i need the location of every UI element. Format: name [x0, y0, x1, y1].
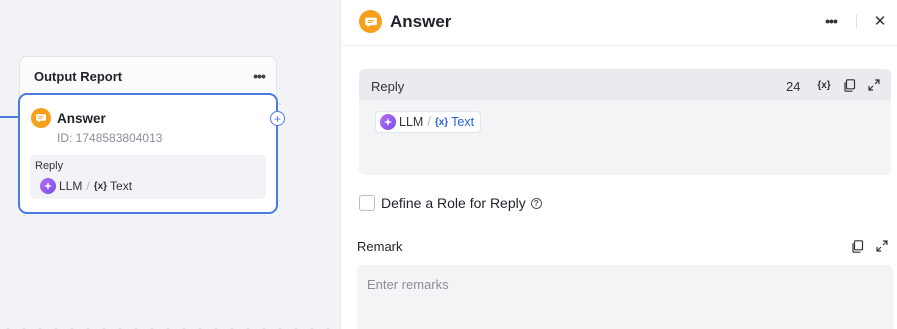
- chip-separator: /: [427, 115, 431, 129]
- reply-variable-chip[interactable]: LLM / {x} Text: [375, 111, 482, 133]
- group-title: Output Report: [34, 69, 123, 84]
- connection-edge: [0, 116, 19, 118]
- expand-button[interactable]: [865, 76, 883, 94]
- copy-button[interactable]: [840, 76, 858, 94]
- remark-copy-button[interactable]: [848, 237, 866, 255]
- reply-editor-header: Reply 24 {x}: [359, 69, 891, 100]
- chip-variable: Text: [110, 179, 133, 193]
- help-icon[interactable]: ?: [530, 197, 542, 209]
- remark-input[interactable]: [357, 265, 893, 329]
- reply-label: Reply: [371, 79, 405, 94]
- plus-circle-icon[interactable]: +: [270, 111, 285, 126]
- node-settings-panel: Answer ••• ✕ Reply 24 {x} LLM / {x} Text…: [340, 0, 897, 329]
- llm-sparkle-icon: [380, 114, 396, 130]
- chat-bubble-icon: [359, 10, 382, 33]
- define-role-label[interactable]: Define a Role for Reply: [381, 195, 526, 211]
- panel-header: Answer ••• ✕: [341, 0, 897, 46]
- copy-icon: [843, 78, 855, 92]
- node-title: Answer: [57, 111, 106, 126]
- remark-label: Remark: [357, 239, 403, 254]
- node-reply-preview: Reply LLM / {x} Text: [30, 155, 266, 199]
- define-role-row[interactable]: Define a Role for Reply ?: [359, 194, 542, 212]
- node-variable-chip: LLM / {x} Text: [40, 178, 132, 194]
- insert-variable-button[interactable]: {x}: [815, 76, 833, 94]
- variable-icon: {x}: [434, 116, 449, 128]
- remark-expand-button[interactable]: [873, 237, 891, 255]
- reply-char-count: 24: [786, 79, 801, 94]
- expand-icon: [876, 240, 888, 252]
- chip-source: LLM: [59, 179, 83, 193]
- ellipsis-icon: •••: [253, 68, 266, 84]
- node-id: ID: 1748583804013: [57, 131, 163, 145]
- variable-icon: {x}: [93, 180, 108, 192]
- panel-more-button[interactable]: •••: [819, 10, 843, 32]
- llm-sparkle-icon: [40, 178, 56, 194]
- answer-node-card[interactable]: Answer ID: 1748583804013 + Reply LLM / {…: [18, 93, 285, 214]
- variable-icon: {x}: [817, 79, 831, 91]
- panel-title[interactable]: Answer: [390, 12, 451, 32]
- close-button[interactable]: ✕: [869, 10, 891, 32]
- expand-icon: [868, 79, 880, 91]
- chat-bubble-icon: [31, 108, 51, 128]
- header-divider: [856, 14, 857, 28]
- close-icon: ✕: [873, 13, 887, 30]
- chip-separator: /: [86, 179, 90, 193]
- group-more-button[interactable]: •••: [248, 65, 270, 87]
- workflow-canvas[interactable]: Output Report ••• Answer ID: 17485838040…: [0, 0, 340, 329]
- ellipsis-icon: •••: [825, 13, 838, 29]
- copy-icon: [851, 239, 863, 253]
- node-reply-label: Reply: [35, 160, 64, 172]
- define-role-checkbox[interactable]: [359, 195, 375, 211]
- chip-source: LLM: [399, 115, 424, 129]
- reply-editor[interactable]: Reply 24 {x} LLM / {x} Text: [359, 69, 891, 175]
- chip-variable: Text: [451, 115, 475, 129]
